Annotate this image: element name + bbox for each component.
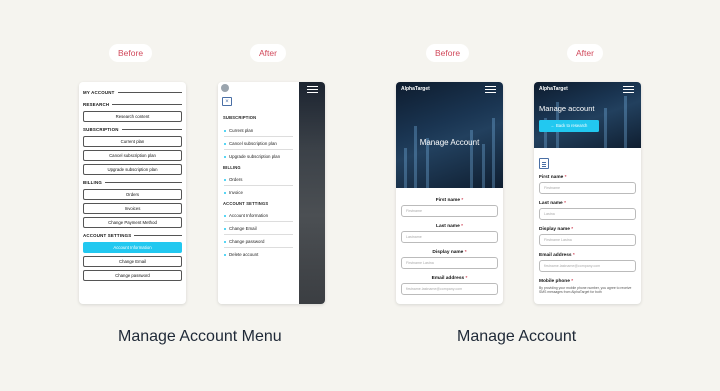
back-to-research-button[interactable]: ← Back to research (539, 120, 599, 132)
hero-title: Manage account (539, 104, 595, 113)
hamburger-menu-icon[interactable] (485, 86, 496, 93)
logo-icon (221, 84, 229, 92)
menu-item-invoice[interactable]: Invoice (224, 186, 293, 199)
hamburger-menu-icon[interactable] (623, 86, 634, 93)
before-label-account: Before (426, 44, 470, 62)
change-payment-button[interactable]: Change Payment Method (83, 217, 182, 228)
orders-button[interactable]: Orders (83, 189, 182, 200)
close-icon[interactable]: × (222, 97, 232, 106)
hero-banner: AlphaTarget Manage account ← Back to res… (534, 82, 641, 148)
cancel-plan-button[interactable]: Cancel subscription plan (83, 150, 182, 161)
mobile-phone-note: By providing your mobile phone number, y… (539, 286, 632, 295)
last-name-input[interactable]: Lastname (401, 231, 498, 243)
hamburger-menu-icon[interactable] (307, 86, 318, 93)
menu-item-account-information[interactable]: Account Information (224, 209, 293, 222)
before-menu-screen: MY ACCOUNT RESEARCH Research content SUB… (79, 82, 186, 304)
before-label-menu: Before (109, 44, 153, 62)
research-content-button[interactable]: Research content (83, 111, 182, 122)
change-email-button[interactable]: Change Email (83, 256, 182, 267)
upgrade-plan-button[interactable]: Upgrade subscription plan (83, 164, 182, 175)
last-name-input[interactable]: Lastna (539, 208, 636, 220)
display-name-input[interactable]: Firstname Lastna (401, 257, 498, 269)
caption-manage-account-menu: Manage Account Menu (118, 328, 282, 345)
caption-manage-account: Manage Account (457, 328, 577, 345)
brand-logo: AlphaTarget (401, 86, 430, 92)
mobile-phone-label: Mobile phone * (539, 279, 574, 284)
hero-banner: AlphaTarget Manage Account (396, 82, 503, 188)
after-menu-screen: × SUBSCRIPTION Current plan Cancel subsc… (218, 82, 325, 304)
current-plan-button[interactable]: Current plan (83, 136, 182, 147)
after-account-screen: AlphaTarget Manage account ← Back to res… (534, 82, 641, 304)
invoices-button[interactable]: Invoices (83, 203, 182, 214)
after-label-account: After (567, 44, 603, 62)
account-information-button[interactable]: Account Information (83, 242, 182, 253)
before-account-screen: AlphaTarget Manage Account First name * … (396, 82, 503, 304)
hero-title: Manage Account (419, 138, 480, 147)
list-icon[interactable] (539, 158, 549, 169)
after-label-menu: After (250, 44, 286, 62)
change-password-button[interactable]: Change password (83, 270, 182, 281)
menu-item-cancel-plan[interactable]: Cancel subscription plan (224, 137, 293, 150)
display-name-input[interactable]: Firstname Lastna (539, 234, 636, 246)
menu-item-current-plan[interactable]: Current plan (224, 124, 293, 137)
menu-item-orders[interactable]: Orders (224, 173, 293, 186)
first-name-input[interactable]: Firstname (539, 182, 636, 194)
menu-item-upgrade-plan[interactable]: Upgrade subscription plan (224, 150, 293, 163)
email-input[interactable]: firstname.lastname@company.com (401, 283, 498, 295)
overlay-background (299, 82, 325, 304)
menu-item-change-password[interactable]: Change password (224, 235, 293, 248)
menu-item-delete-account[interactable]: Delete account (224, 248, 293, 261)
first-name-input[interactable]: Firstname (401, 205, 498, 217)
brand-logo: AlphaTarget (539, 86, 568, 92)
menu-item-change-email[interactable]: Change Email (224, 222, 293, 235)
email-input[interactable]: firstname.lastname@company.com (539, 260, 636, 272)
